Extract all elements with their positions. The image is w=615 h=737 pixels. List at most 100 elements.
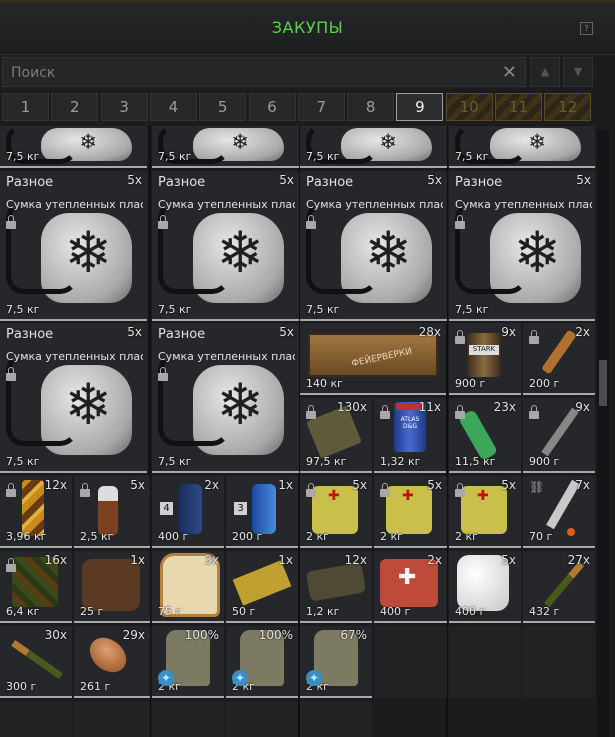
inventory-item[interactable]: ❄ Разное Сумка утепленных плас... 5x 7,5 кг: [0, 323, 147, 473]
inventory-item[interactable]: 130x 97,5 кг: [300, 398, 372, 473]
window-title: ЗАКУПЫ: [271, 18, 344, 37]
inventory-item[interactable]: ❄ 7,5 кг: [0, 126, 147, 168]
inventory-item[interactable]: 2x 200 г: [523, 323, 595, 395]
item-count: 11x: [418, 400, 441, 414]
page-tab-4[interactable]: 4: [149, 93, 197, 121]
inventory-item[interactable]: 1x 50 г: [226, 551, 298, 623]
lock-icon: [158, 367, 168, 381]
item-weight: 7,5 кг: [306, 150, 340, 163]
page-tab-6[interactable]: 6: [248, 93, 296, 121]
empty-slot: [449, 626, 521, 698]
item-category: Разное: [306, 175, 354, 190]
page-tab-12[interactable]: 12: [544, 93, 592, 121]
sort-down-button[interactable]: ▼: [563, 57, 593, 87]
inventory-item[interactable]: 5x 2,5 кг: [74, 476, 150, 548]
inventory-item[interactable]: 3x 75 г: [152, 551, 224, 623]
item-image: STARK: [469, 345, 499, 355]
page-tab-1[interactable]: 1: [2, 93, 49, 121]
inventory-item[interactable]: STARK 9x 900 г: [449, 323, 521, 395]
item-name: Сумка утепленных плас...: [158, 350, 295, 363]
chain-icon: ⛓: [529, 480, 545, 494]
item-image: [11, 639, 63, 680]
item-weight: 7,5 кг: [306, 303, 340, 316]
item-weight: 97,5 кг: [306, 455, 347, 468]
level-badge: 3: [234, 502, 247, 515]
item-image: ❄: [64, 372, 113, 438]
item-weight: 200 г: [232, 530, 263, 543]
item-image: [541, 329, 577, 375]
item-image: [567, 528, 575, 536]
inventory-item[interactable]: 9x 900 г: [523, 398, 595, 473]
inventory-item[interactable]: 12x 1,2 кг: [300, 551, 372, 623]
inventory-item[interactable]: 5x 400 г: [449, 551, 521, 623]
item-weight: 900 г: [455, 377, 486, 390]
page-tab-11[interactable]: 11: [495, 93, 542, 121]
item-weight: 1,32 кг: [380, 455, 421, 468]
inventory-item[interactable]: ❄ Разное Сумка утепленных плас... 5x 7,5 кг: [300, 171, 447, 321]
inventory-item[interactable]: ❄ Разное Сумка утепленных плас... 5x 7,5 кг: [449, 171, 595, 321]
item-image: [178, 484, 202, 534]
page-tab-9[interactable]: 9: [396, 93, 444, 121]
item-weight: 50 г: [232, 605, 256, 618]
inventory-item[interactable]: 1x 25 г: [74, 551, 150, 623]
inventory-item[interactable]: ФЕЙЕРВЕРКИ 28x 140 кг: [300, 323, 446, 395]
inventory-item[interactable]: 100% 2 кг ✦: [152, 626, 224, 698]
inventory-item[interactable]: 23x 11,5 кг: [449, 398, 521, 473]
search-field[interactable]: Поиск ✕: [2, 57, 526, 87]
page-tab-8[interactable]: 8: [347, 93, 395, 121]
item-weight: 900 г: [529, 455, 560, 468]
help-icon[interactable]: ?: [580, 22, 593, 35]
inventory-item[interactable]: 30x 300 г: [0, 626, 72, 698]
inventory-item[interactable]: ❄ 7,5 кг: [449, 126, 595, 168]
clear-icon[interactable]: ✕: [502, 62, 517, 83]
item-count: 29x: [122, 628, 145, 642]
item-weight: 7,5 кг: [158, 455, 192, 468]
inventory-item[interactable]: 27x 432 г: [523, 551, 595, 623]
inventory-item[interactable]: 1x 200 г 3: [226, 476, 298, 548]
item-weight: 2 кг: [380, 530, 403, 543]
item-count: 5x: [279, 173, 294, 187]
empty-slot: [374, 626, 447, 698]
title-bar: ЗАКУПЫ ?: [0, 6, 615, 55]
empty-slot: [0, 701, 72, 737]
inventory-item[interactable]: 7x 70 г ⛓: [523, 476, 595, 548]
inventory-item[interactable]: ❄ Разное Сумка утепленных плас... 5x 7,5 кг: [152, 323, 299, 473]
item-image: [467, 333, 501, 377]
inventory-item[interactable]: 29x 261 г: [74, 626, 150, 698]
scrollbar-thumb[interactable]: [599, 360, 607, 406]
sort-up-button[interactable]: ▲: [530, 57, 560, 87]
item-image: ✚: [402, 488, 414, 504]
inventory-item[interactable]: 2x 400 г 4: [152, 476, 224, 548]
inventory-item[interactable]: ❄ Разное Сумка утепленных плас... 5x 7,5 кг: [152, 171, 299, 321]
page-tab-2[interactable]: 2: [51, 93, 99, 121]
star-icon: ✦: [158, 670, 174, 686]
item-count: 2x: [204, 478, 219, 492]
inventory-item[interactable]: ATLAS D&G 11x 1,32 кг: [374, 398, 446, 473]
page-tab-5[interactable]: 5: [199, 93, 247, 121]
inventory-item[interactable]: 16x 6,4 кг: [0, 551, 72, 623]
inventory-item[interactable]: ✚ 2x 400 г: [374, 551, 447, 623]
inventory-item[interactable]: ✚ 5x 2 кг: [374, 476, 447, 548]
inventory-item[interactable]: ✚ 5x 2 кг: [300, 476, 372, 548]
item-count: 7x: [575, 478, 590, 492]
page-tab-10[interactable]: 10: [445, 93, 493, 121]
item-weight: 140 кг: [306, 377, 343, 390]
item-image: [543, 561, 585, 608]
item-count: 16x: [44, 553, 67, 567]
inventory-item[interactable]: ✚ 5x 2 кг: [449, 476, 521, 548]
inventory-item[interactable]: 67% 2 кг ✦: [300, 626, 372, 698]
inventory-item[interactable]: ❄ 7,5 кг: [152, 126, 299, 168]
item-count: 100%: [258, 628, 293, 642]
page-tab-3[interactable]: 3: [100, 93, 148, 121]
inventory-item[interactable]: ❄ 7,5 кг: [300, 126, 447, 168]
page-tab-7[interactable]: 7: [297, 93, 345, 121]
item-image: ✚: [398, 565, 417, 590]
item-count: 9x: [501, 325, 516, 339]
item-count: 12x: [44, 478, 67, 492]
lock-icon: [306, 405, 316, 419]
inventory-item[interactable]: ❄ Разное Сумка утепленных плас... 5x 7,5 кг: [0, 171, 147, 321]
scrollbar-track[interactable]: [597, 130, 609, 737]
inventory-item[interactable]: 100% 2 кг ✦: [226, 626, 298, 698]
inventory-item[interactable]: 12x 3,96 кг: [0, 476, 72, 548]
empty-slot: [152, 701, 224, 737]
